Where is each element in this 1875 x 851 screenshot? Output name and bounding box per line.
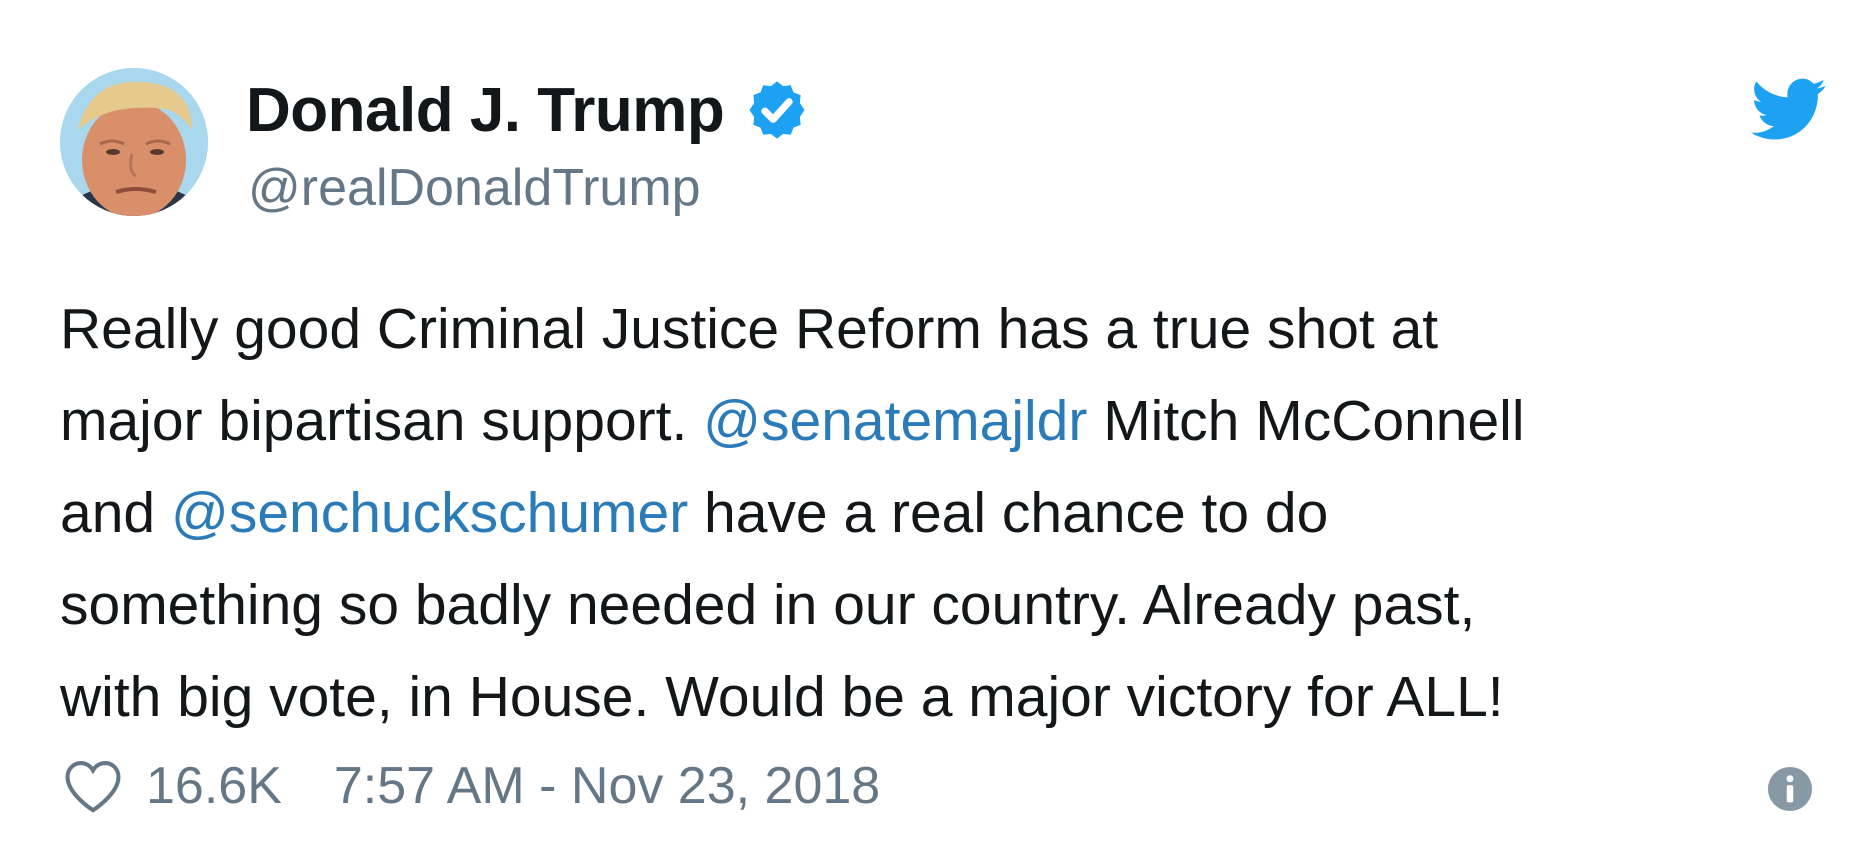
tweet-text-segment: something so badly needed in our country… [60, 573, 1476, 637]
user-name-row: Donald J. Trump [246, 72, 810, 148]
mention-link-senatemajldr[interactable]: @senatemajldr [703, 389, 1087, 453]
avatar[interactable] [60, 68, 208, 216]
heart-icon[interactable] [62, 758, 124, 814]
tweet-text-segment: and [60, 481, 171, 545]
tweet-timestamp[interactable]: 7:57 AM - Nov 23, 2018 [334, 756, 880, 816]
tweet-text-segment: with big vote, in House. Would be a majo… [60, 665, 1504, 729]
tweet-text-segment: Mitch McConnell [1087, 389, 1525, 453]
tweet-text-segment: Really good Criminal Justice Reform has … [60, 297, 1439, 361]
user-handle[interactable]: @realDonaldTrump [248, 158, 701, 218]
twitter-bird-icon[interactable] [1751, 78, 1827, 142]
tweet-text-segment: major bipartisan support. [60, 389, 704, 453]
tweet-text-segment: have a real chance to do [688, 481, 1329, 545]
like-count[interactable]: 16.6K [146, 756, 282, 816]
tweet-line: with big vote, in House. Would be a majo… [60, 651, 1780, 743]
tweet-card: Donald J. Trump @realDonaldTrump Really … [0, 0, 1875, 851]
display-name[interactable]: Donald J. Trump [246, 75, 725, 146]
tweet-line: and @senchuckschumer have a real chance … [60, 467, 1780, 559]
tweet-line: something so badly needed in our country… [60, 559, 1780, 651]
tweet-line: Really good Criminal Justice Reform has … [60, 283, 1780, 375]
tweet-line: major bipartisan support. @senatemajldr … [60, 375, 1780, 467]
mention-link-senchuckschumer[interactable]: @senchuckschumer [171, 481, 688, 545]
tweet-footer: 16.6K 7:57 AM - Nov 23, 2018 [62, 752, 880, 820]
tweet-text: Really good Criminal Justice Reform has … [60, 283, 1780, 743]
info-icon[interactable] [1767, 766, 1813, 812]
profile-photo [60, 68, 208, 216]
verified-badge-icon [744, 77, 810, 143]
